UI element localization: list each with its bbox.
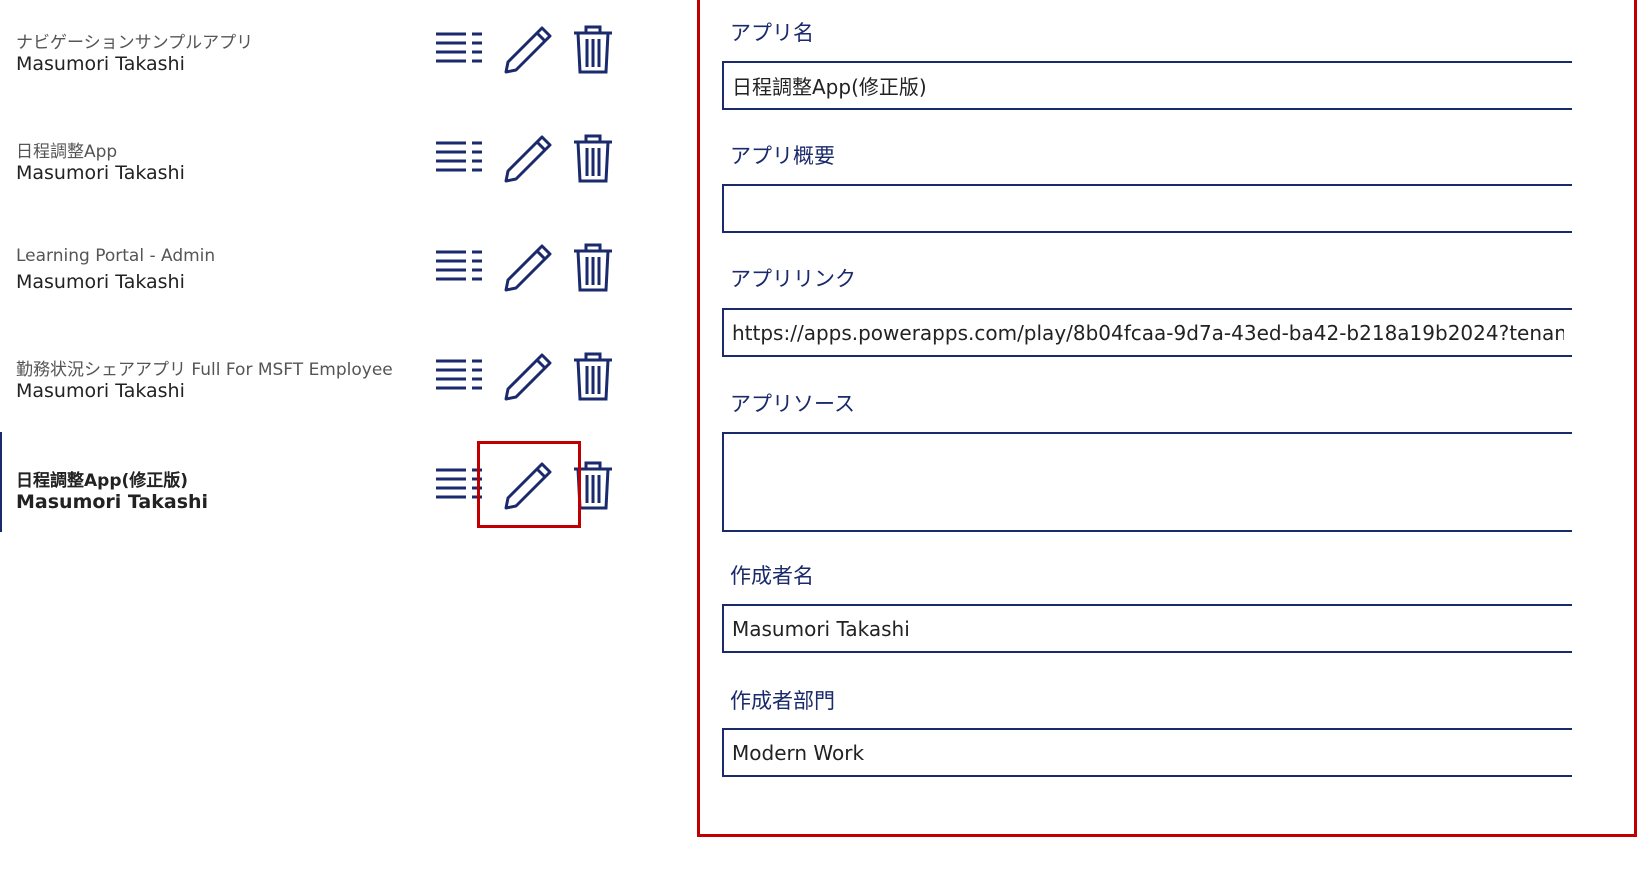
- app-summary-label: アプリ概要: [730, 144, 835, 168]
- trash-delete-icon[interactable]: [568, 133, 620, 185]
- trash-delete-icon[interactable]: [568, 24, 620, 76]
- app-source-label: アプリソース: [730, 392, 855, 416]
- app-title: 日程調整App(修正版): [16, 471, 189, 491]
- detail-list-icon[interactable]: [434, 460, 486, 512]
- app-owner: Masumori Takashi: [16, 491, 209, 513]
- app-source-input[interactable]: [722, 432, 1572, 532]
- app-title: 勤務状況シェアアプリ Full For MSFT Employee: [16, 360, 393, 380]
- app-title: Learning Portal - Admin: [16, 246, 216, 266]
- app-list: ナビゲーションサンプルアプリ Masumori Takashi 日程調整App …: [0, 0, 640, 560]
- detail-list-icon[interactable]: [434, 351, 486, 403]
- detail-list-icon[interactable]: [434, 242, 486, 294]
- app-edit-form: アプリ名 アプリ概要 アプリリンク アプリソース 作成者名 作成者部門: [697, 0, 1637, 837]
- app-summary-input[interactable]: [722, 184, 1572, 233]
- app-title: 日程調整App: [16, 142, 118, 162]
- app-row-schedule-app-revised[interactable]: 日程調整App(修正版) Masumori Takashi: [0, 432, 640, 536]
- app-row-navigation-sample[interactable]: ナビゲーションサンプルアプリ Masumori Takashi: [0, 0, 640, 100]
- trash-delete-icon[interactable]: [568, 242, 620, 294]
- detail-list-icon[interactable]: [434, 24, 486, 76]
- author-department-label: 作成者部門: [730, 689, 835, 713]
- author-name-label: 作成者名: [730, 564, 814, 588]
- pencil-edit-icon[interactable]: [502, 351, 554, 403]
- pencil-edit-icon[interactable]: [502, 242, 554, 294]
- app-title: ナビゲーションサンプルアプリ: [16, 33, 254, 53]
- app-row-learning-portal[interactable]: Learning Portal - Admin Masumori Takashi: [0, 218, 640, 318]
- pencil-edit-icon[interactable]: [502, 24, 554, 76]
- app-row-schedule-app[interactable]: 日程調整App Masumori Takashi: [0, 109, 640, 209]
- app-owner: Masumori Takashi: [16, 271, 185, 293]
- app-link-label: アプリリンク: [730, 267, 856, 291]
- app-name-label: アプリ名: [730, 21, 814, 45]
- trash-delete-icon[interactable]: [568, 460, 620, 512]
- app-owner: Masumori Takashi: [16, 162, 185, 184]
- app-owner: Masumori Takashi: [16, 53, 185, 75]
- detail-list-icon[interactable]: [434, 133, 486, 185]
- pencil-edit-icon[interactable]: [502, 460, 554, 512]
- trash-delete-icon[interactable]: [568, 351, 620, 403]
- app-link-input[interactable]: [722, 308, 1572, 357]
- app-row-work-status-share[interactable]: 勤務状況シェアアプリ Full For MSFT Employee Masumo…: [0, 327, 640, 427]
- author-department-input[interactable]: [722, 728, 1572, 777]
- author-name-input[interactable]: [722, 604, 1572, 653]
- app-owner: Masumori Takashi: [16, 380, 185, 402]
- pencil-edit-icon[interactable]: [502, 133, 554, 185]
- app-name-input[interactable]: [722, 61, 1572, 110]
